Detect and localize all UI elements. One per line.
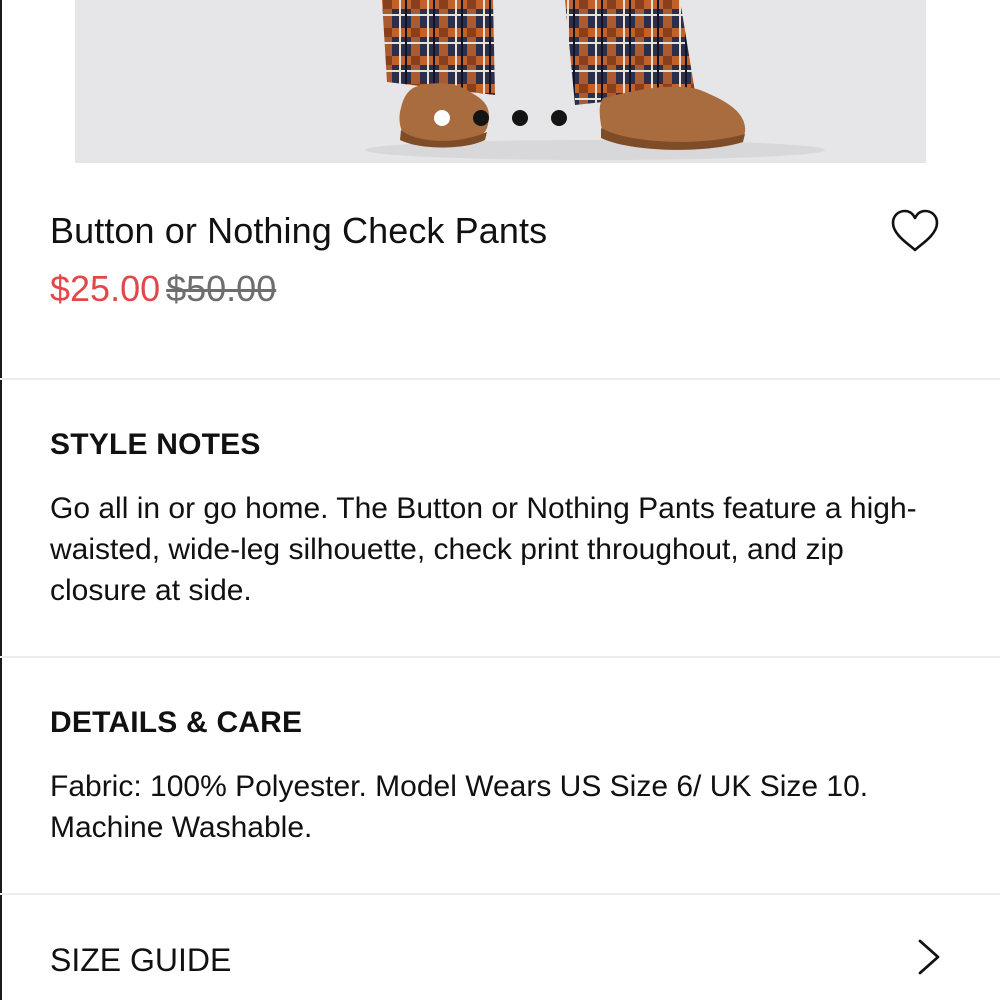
wishlist-button[interactable] — [888, 206, 942, 256]
original-price: $50.00 — [166, 268, 277, 309]
product-image-carousel[interactable] — [75, 0, 926, 163]
carousel-dot-2[interactable] — [473, 110, 489, 126]
divider — [0, 378, 1000, 380]
style-notes-body: Go all in or go home. The Button or Noth… — [50, 492, 917, 607]
size-guide-row[interactable]: SIZE GUIDE — [0, 896, 1000, 1000]
size-guide-label: SIZE GUIDE — [50, 942, 232, 978]
heart-outline-icon — [891, 209, 939, 252]
divider — [0, 893, 1000, 895]
carousel-pagination — [75, 108, 926, 128]
carousel-dot-3[interactable] — [512, 110, 528, 126]
product-photo — [365, 0, 825, 160]
details-care-body: Fabric: 100% Polyester. Model Wears US S… — [50, 770, 869, 844]
price-row: $25.00 $50.00 — [50, 268, 276, 310]
details-care-heading: DETAILS & CARE — [50, 706, 303, 739]
style-notes-heading: STYLE NOTES — [50, 428, 261, 461]
carousel-dot-4[interactable] — [551, 110, 567, 126]
screen-edge — [0, 0, 2, 1000]
divider — [0, 656, 1000, 658]
sale-price: $25.00 — [50, 268, 161, 309]
carousel-dot-1[interactable] — [434, 110, 450, 126]
product-title: Button or Nothing Check Pants — [50, 210, 548, 251]
chevron-right-icon — [918, 939, 940, 975]
